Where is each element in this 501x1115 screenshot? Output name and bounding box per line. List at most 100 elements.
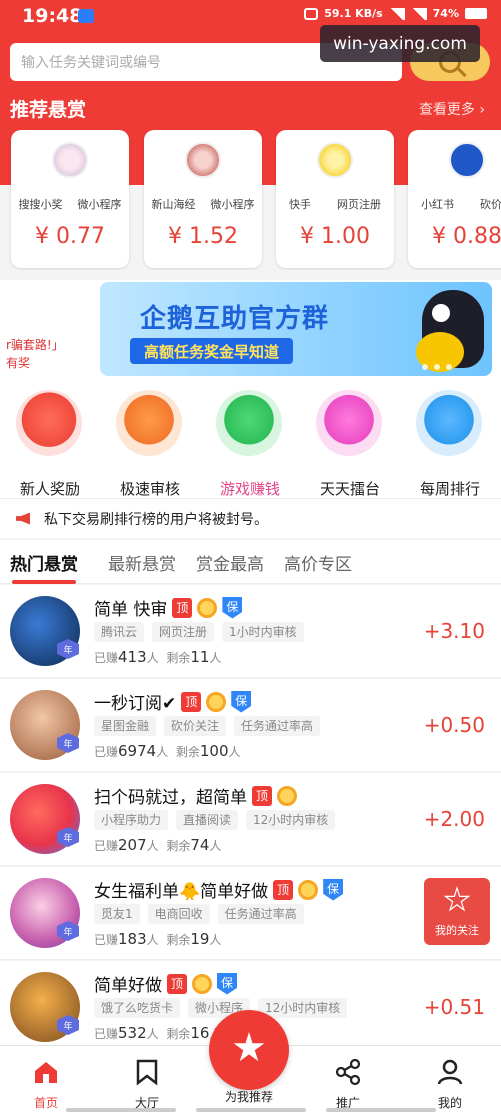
guarantee-badge-icon: 保 (222, 596, 243, 619)
star-icon (233, 1032, 265, 1062)
task-row[interactable]: 年 扫个码就过，超简单顶 小程序助力 直播阅读 12小时内审核 已赚207人 剩余7… (0, 773, 501, 866)
notice-bar[interactable]: 私下交易刷排行榜的用户将被封号。 (0, 498, 501, 538)
banner-slide[interactable]: 企鹅互助官方群 高额任务奖金早知道 (100, 282, 492, 376)
task-tag: 直播阅读 (176, 810, 239, 830)
tab-hot[interactable]: 热门悬赏 (10, 550, 78, 575)
nav-home[interactable]: 首页 (6, 1054, 86, 1112)
card-price: ¥ 1.00 (300, 224, 370, 249)
battery-icon (465, 8, 487, 19)
card-tag: 微小程序 (210, 198, 255, 211)
recommend-for-me-button[interactable] (209, 1010, 289, 1090)
status-right: 59.1 KB/s 74% (304, 7, 487, 20)
recommend-card[interactable]: 新山海经 微小程序 ¥ 1.52 (144, 130, 262, 268)
task-stats: 已赚532人 剩余16人 (94, 1024, 221, 1042)
task-stats: 已赚6974人 剩余100人 (94, 742, 241, 760)
task-stats: 已赚183人 剩余19人 (94, 930, 222, 948)
category-arena[interactable]: 天天擂台 (300, 390, 400, 498)
task-title: 简单好做 (94, 976, 162, 996)
card-tag: 搜搜小奖 (18, 198, 63, 211)
category-fast-review[interactable]: 极速审核 (100, 390, 200, 498)
task-tag: 星图金融 (94, 716, 157, 736)
tab-highest-reward[interactable]: 赏金最高 (196, 550, 264, 575)
home-icon (35, 1062, 57, 1083)
carousel-dots (422, 364, 452, 370)
recommend-for-me-label: 为我推荐 (224, 1090, 273, 1104)
task-tag: 饿了么吃货卡 (94, 998, 181, 1018)
task-tag: 1小时内审核 (222, 622, 304, 642)
task-tag: 12小时内审核 (258, 998, 348, 1018)
category-label: 新人奖励 (19, 480, 80, 498)
task-reward: +0.50 (423, 713, 485, 737)
recommend-card[interactable]: 快手 网页注册 ¥ 1.00 (276, 130, 394, 268)
task-list: 年 简单 快审顶保 腾讯云 网页注册 1小时内审核 已赚413人 剩余11人 +3.… (0, 585, 501, 1045)
card-price: ¥ 0.88 (432, 224, 501, 249)
category-game[interactable]: 游戏赚钱 (200, 390, 300, 498)
avatar (317, 142, 353, 178)
coin-badge-icon (206, 691, 227, 712)
card-price: ¥ 1.52 (168, 224, 238, 249)
task-reward: +3.10 (423, 619, 485, 643)
task-row[interactable]: 年 简单 快审顶保 腾讯云 网页注册 1小时内审核 已赚413人 剩余11人 +3.… (0, 585, 501, 678)
app-notification-icon (78, 9, 94, 23)
recommend-card[interactable]: 搜搜小奖 微小程序 ¥ 0.77 (11, 130, 129, 268)
recommend-card[interactable]: 小红书 砍价关 ¥ 0.88 (408, 130, 501, 268)
card-tag: 微小程序 (77, 198, 122, 211)
watermark: win-yaxing.com (320, 25, 480, 62)
recommend-cards: 搜搜小奖 微小程序 ¥ 0.77 新山海经 微小程序 ¥ 1.52 快手 网页注册 ¥… (0, 130, 501, 270)
category-label: 每周排行 (419, 480, 480, 498)
task-row[interactable]: 年 一秒订阅✔ 顶保 星图金融 砍价关注 任务通过率高 已赚6974人 剩余100人 … (0, 679, 501, 772)
app-page: 19:48 59.1 KB/s 74% 输入任务关键词或编号 win-yaxin… (0, 0, 501, 1115)
card-tag: 新山海经 (151, 198, 196, 211)
task-tag: 觅友1 (94, 904, 140, 924)
recommend-title: 推荐悬赏 (10, 99, 87, 121)
category-newcomer[interactable]: 新人奖励 (0, 390, 100, 498)
task-reward: +2.00 (423, 807, 485, 831)
category-ranking[interactable]: 每周排行 (400, 390, 500, 498)
gamepad-icon (216, 390, 282, 456)
gift-icon (16, 390, 82, 456)
task-tag: 小程序助力 (94, 810, 169, 830)
card-tag: 网页注册 (337, 198, 381, 211)
task-reward: +0.51 (423, 995, 485, 1019)
task-tag: 腾讯云 (94, 622, 145, 642)
category-label: 游戏赚钱 (219, 480, 280, 498)
notice-text: 私下交易刷排行榜的用户将被封号。 (44, 511, 268, 528)
card-tag: 砍价关 (480, 198, 501, 211)
coin-badge-icon (277, 785, 297, 806)
task-title: 女生福利单🐥简单好做 (94, 882, 269, 902)
task-stats: 已赚413人 剩余11人 (94, 648, 222, 666)
nav-mine[interactable]: 我的 (410, 1054, 490, 1112)
nav-hall[interactable]: 大厅 (107, 1054, 187, 1112)
task-tag: 砍价关注 (164, 716, 227, 736)
user-icon (437, 1059, 463, 1085)
alarm-icon (304, 7, 319, 20)
tab-latest[interactable]: 最新悬赏 (108, 550, 176, 575)
gesture-bar (0, 1108, 501, 1115)
top-badge-icon: 顶 (181, 691, 202, 712)
status-time: 19:48 (22, 5, 83, 27)
recommend-more-link[interactable]: 查看更多 › (419, 99, 485, 119)
top-badge-icon: 顶 (252, 785, 272, 806)
top-badge-icon: 顶 (172, 597, 193, 618)
card-tag: 快手 (289, 198, 311, 211)
task-stats: 已赚207人 剩余74人 (94, 836, 222, 854)
nav-promote[interactable]: 推广 (308, 1054, 388, 1112)
signal-icon (388, 7, 405, 20)
category-label: 天天擂台 (319, 480, 380, 498)
category-grid: 新人奖励 极速审核 游戏赚钱 天天擂台 每周排行 (0, 378, 501, 498)
task-title: 扫个码就过，超简单 (94, 788, 247, 808)
tab-premium[interactable]: 高价专区 (284, 550, 352, 575)
tab-underline (12, 580, 76, 584)
card-price: ¥ 0.77 (35, 224, 105, 249)
banner-carousel[interactable]: r骗套路!」 有奖 企鹅互助官方群 高额任务奖金早知道 (0, 280, 501, 378)
battery-percent: 74% (432, 7, 459, 20)
top-badge-icon: 顶 (273, 879, 294, 900)
my-favorites-button[interactable]: 我的关注 (424, 878, 490, 945)
flag-icon (316, 390, 382, 456)
banner-title: 企鹅互助官方群 (140, 304, 330, 334)
favorites-label: 我的关注 (435, 924, 479, 937)
task-tag: 网页注册 (152, 622, 215, 642)
guarantee-badge-icon: 保 (323, 878, 344, 901)
avatar (185, 142, 221, 178)
banner-prev-slide[interactable]: r骗套路!」 有奖 (0, 282, 92, 374)
